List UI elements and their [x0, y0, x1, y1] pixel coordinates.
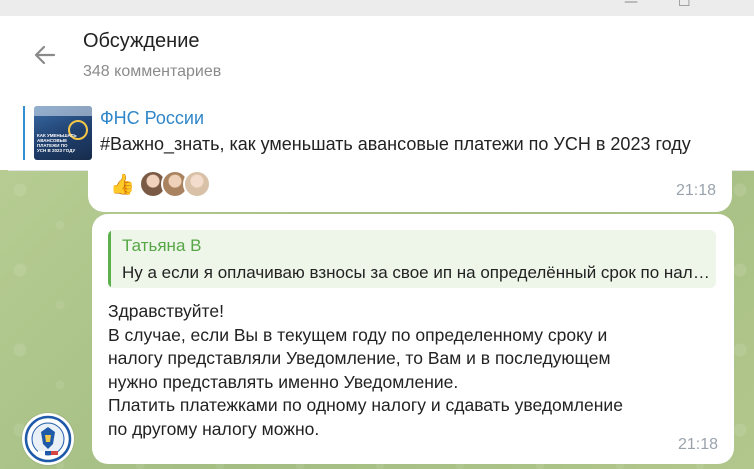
sender-avatar[interactable]	[22, 413, 74, 465]
reactions-bar[interactable]: 👍	[110, 170, 211, 198]
pinned-post-text: #Важно_знать, как уменьшать авансовые пл…	[100, 134, 691, 154]
message-time: 21:18	[675, 182, 716, 199]
maximize-button[interactable]: ☐	[678, 0, 691, 10]
message-line: налогу представляли Уведомление, то Вам …	[108, 348, 611, 368]
channel-name: ФНС России	[100, 108, 205, 128]
chat-header: Обсуждение 348 комментариев	[8, 16, 754, 99]
message-line: Здравствуйте!	[108, 301, 224, 321]
message-line: В случае, если Вы в текущем году по опре…	[108, 324, 608, 345]
chat-title: Обсуждение	[83, 30, 200, 52]
fns-emblem-icon	[24, 415, 72, 463]
back-button[interactable]	[28, 38, 62, 72]
message-bubble: 👍 21:18	[88, 160, 732, 212]
arrow-left-icon	[34, 45, 56, 65]
reply-author: Татьяна В	[122, 236, 202, 255]
thumbs-up-icon[interactable]: 👍	[110, 172, 135, 196]
reply-quote[interactable]: Татьяна В Ну а если я оплачиваю взносы з…	[108, 230, 716, 288]
reply-accent-bar	[108, 230, 111, 288]
reply-text: Ну а если я оплачиваю взносы за свое ип …	[122, 263, 710, 282]
minimize-button[interactable]: —	[624, 0, 638, 10]
reaction-avatar	[182, 170, 211, 198]
pinned-accent-bar	[23, 106, 25, 160]
post-thumbnail: Как уменьшать авансовые платежи по УСН в…	[34, 106, 92, 160]
message-line: по другому налогу можно.	[108, 418, 320, 439]
comment-count: 348 комментариев	[83, 63, 222, 80]
window-titlebar: — ☐	[0, 0, 754, 16]
message-line: Платить платежками по одному налогу и сд…	[108, 395, 623, 415]
thumbnail-stripe	[34, 106, 92, 116]
message-text: Здравствуйте! В случае, если Вы в текуще…	[108, 300, 720, 441]
message-time: 21:18	[677, 436, 718, 453]
message-bubble: Татьяна В Ну а если я оплачиваю взносы з…	[92, 214, 734, 464]
message-line: нужно представлять именно Уведомление.	[108, 371, 459, 392]
thumbnail-caption: Как уменьшать авансовые платежи по УСН в…	[37, 133, 77, 153]
